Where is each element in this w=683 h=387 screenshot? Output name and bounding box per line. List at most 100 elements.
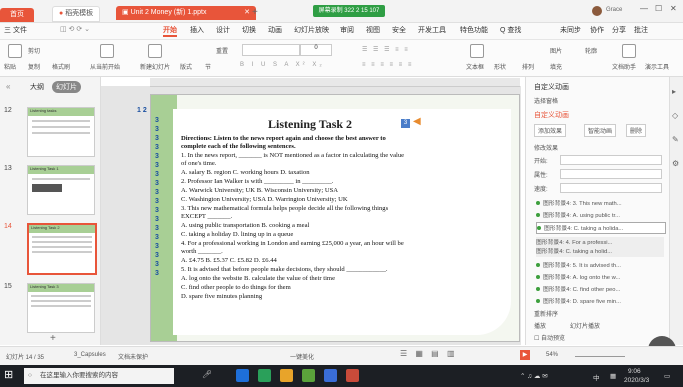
cut-button[interactable]: 剪切 [28,46,40,55]
comment-button[interactable]: 批注 [634,25,648,35]
fill-button[interactable]: 填充 [550,62,562,71]
delete-button[interactable]: 删除 [626,124,647,137]
menu-features[interactable]: 特色功能 [460,25,488,35]
tab-templates[interactable]: ● 稻壳模板 [52,6,101,22]
paragraph-icons[interactable]: ☰ ☰ ☰ ≡ ≡ [362,46,410,53]
menu-devtools[interactable]: 开发工具 [418,25,446,35]
paste-icon[interactable] [8,44,22,58]
doc-assistant-icon[interactable] [622,44,636,58]
edge-icon[interactable] [236,369,249,382]
play-slideshow-icon[interactable]: ▶ [520,350,530,360]
zoom-slider[interactable] [575,356,625,357]
play-from-current-button[interactable]: 从当前开始 [90,62,120,71]
maximize-icon[interactable]: ☐ [655,4,662,13]
shape-tool-icon[interactable]: ◇ [672,111,678,120]
reorder-label[interactable]: 重新排序 [534,309,558,318]
property-select[interactable] [560,169,662,179]
mic-icon[interactable]: 🎤︎ [202,370,212,379]
play-from-current-icon[interactable] [100,44,114,58]
animation-list-item-selected[interactable]: 图形背景4: C. taking a holida... [536,222,666,234]
select-tool-icon[interactable]: ▸ [672,87,676,96]
close-tab-icon[interactable]: ✕ [244,6,250,20]
browser-icon[interactable] [258,369,271,382]
animation-list-item[interactable]: 图形背景4: A. log onto the w... [536,272,664,282]
menu-design[interactable]: 设计 [216,25,230,35]
menu-security[interactable]: 安全 [392,25,406,35]
avatar[interactable] [592,6,602,16]
sync-status[interactable]: 未同步 [560,25,581,35]
share-button[interactable]: 分享 [612,25,626,35]
protection-status[interactable]: 文档未保护 [118,352,148,361]
slide-thumb-15[interactable]: Listening Task 3 [27,283,95,333]
add-slide-icon[interactable]: + [50,333,56,344]
animation-list-item[interactable]: 图形背景4: 3. This new math... [536,198,664,208]
play-button[interactable]: 播放 [534,321,546,330]
collapse-panel-icon[interactable]: « [6,82,10,91]
clock-time[interactable]: 9:06 [628,368,641,375]
menu-view[interactable]: 视图 [366,25,380,35]
ime-indicator[interactable]: 中 [593,372,600,382]
quick-access-icons[interactable]: ◫ ⟲ ⟳ ⌄ [60,25,90,33]
wechat-icon[interactable] [302,369,315,382]
tray-grid-icon[interactable]: ▦ [610,372,616,380]
textbox-icon[interactable] [470,44,484,58]
presentation-tools-button[interactable]: 演示工具 [645,62,669,71]
collab-button[interactable]: 协作 [590,25,604,35]
slide-thumb-14[interactable]: Listening Task 2 [27,223,97,275]
settings-icon[interactable]: ⚙ [672,159,679,168]
slide[interactable]: Listening Task 2 3 ◀ Directions: Listen … [150,94,520,342]
animation-list-item[interactable]: 图形背景4: A. using public tr... [536,210,664,220]
paste-button[interactable]: 粘贴 [4,62,16,71]
slide-thumb-12[interactable]: Listening tasks [27,107,95,157]
menu-animation[interactable]: 动画 [268,25,282,35]
picture-button[interactable]: 图片 [550,46,562,55]
menu-home[interactable]: 开始 [163,25,177,37]
speed-select[interactable] [560,183,662,193]
close-window-icon[interactable]: ✕ [670,4,677,13]
menu-transition[interactable]: 切换 [242,25,256,35]
tab-home[interactable]: 首页 [0,8,34,22]
animation-list-item[interactable]: 图形背景4: D. spare five min... [536,296,664,306]
menu-search[interactable]: Q 查找 [500,25,521,35]
taskbar-search-input[interactable]: ○ 在这里输入你要搜索的内容 [24,368,174,384]
doc-assistant-button[interactable]: 文档助手 [612,62,636,71]
selection-pane-link[interactable]: 选择窗格 [534,96,558,105]
tab-outline[interactable]: 大纲 [30,82,44,92]
reset-button[interactable]: 重置 [216,46,228,55]
align-icons[interactable]: ≡ ≡ ≡ ≡ ≡ ≡ [362,62,413,68]
outline-button[interactable]: 轮廓 [585,46,597,55]
explorer-icon[interactable] [280,369,293,382]
smart-animation-button[interactable]: 智能动画 [584,124,617,137]
new-slide-button[interactable]: 新建幻灯片 [140,62,170,71]
start-select[interactable] [560,155,662,165]
animation-list-item[interactable]: 图形背景4: 5. It is advised th... [536,260,664,270]
font-size-select[interactable]: 0 [300,44,332,56]
app-icon[interactable] [324,369,337,382]
slide-title[interactable]: Listening Task 2 [268,117,352,132]
wps-icon[interactable] [346,369,359,382]
menu-insert[interactable]: 插入 [190,25,204,35]
copy-button[interactable]: 复制 [28,62,40,71]
section-button[interactable]: 节 [205,62,211,71]
font-name-select[interactable] [242,44,300,56]
beautify-button[interactable]: 一键美化 [290,352,314,361]
menu-review[interactable]: 审阅 [340,25,354,35]
zoom-level[interactable]: 54% [546,352,558,358]
tab-document[interactable]: ▣ Unit 2 Money (新) 1.pptx ✕ [116,6,256,20]
menu-slideshow[interactable]: 幻灯片放映 [294,25,329,35]
tray-icons[interactable]: ⌃ ♫ ☁ ✉ [520,372,548,380]
textbox-button[interactable]: 文本框 [466,62,484,71]
menu-file[interactable]: 三 文件 [4,25,27,35]
windows-start-icon[interactable]: ⊞ [4,368,13,381]
slideshow-button[interactable]: 幻灯片播放 [570,321,600,330]
slide-thumb-13[interactable]: Listening Task 1 [27,165,95,215]
new-slide-icon[interactable] [148,44,162,58]
layout-button[interactable]: 版式 [180,62,192,71]
notification-icon[interactable]: ▭ [664,372,670,380]
view-mode-icons[interactable]: ☰ ▦ ▤ ▥ [400,349,458,358]
clock-date[interactable]: 2020/3/3 [624,377,649,384]
new-tab-icon[interactable]: + [252,7,258,18]
pen-tool-icon[interactable]: ✎ [672,135,679,144]
add-effect-button[interactable]: 添加效果 [534,124,567,137]
animation-list-item[interactable]: 图形背景4: C. find other peo... [536,284,664,294]
